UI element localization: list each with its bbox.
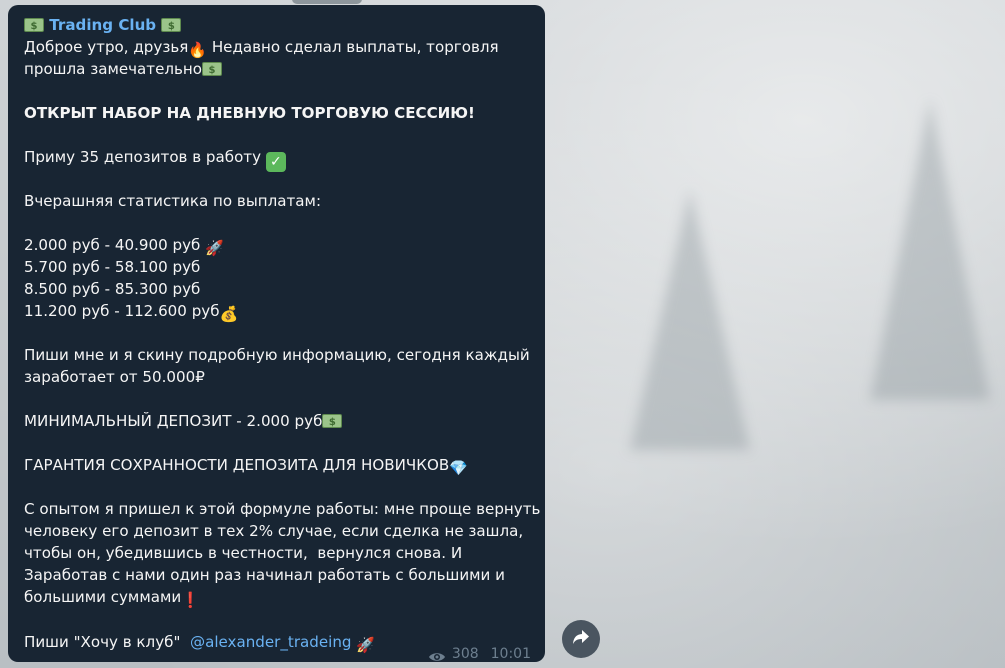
scroll-handle[interactable]: [292, 0, 362, 4]
banknote-icon: [202, 60, 223, 82]
headline: ОТКРЫТ НАБОР НА ДНЕВНУЮ ТОРГОВУЮ СЕССИЮ!: [24, 104, 475, 122]
stats-row: 2.000 руб - 40.900 руб 🚀: [24, 234, 529, 256]
guarantee-text: ГАРАНТИЯ СОХРАННОСТИ ДЕПОЗИТА ДЛЯ НОВИЧК…: [24, 456, 450, 474]
username-link[interactable]: @alexander_tradeing: [190, 633, 352, 651]
para-line: Заработав с нами один раз начинал работа…: [24, 566, 505, 584]
para-line: С опытом я пришел к этой формуле работы:…: [24, 500, 541, 518]
channel-header[interactable]: Trading Club: [24, 14, 529, 38]
rocket-icon: 🚀: [356, 636, 375, 654]
banknote-icon: [161, 16, 182, 38]
text-line: Приму 35 депозитов в работу ✓: [24, 146, 529, 172]
background-tree: [870, 100, 990, 400]
money-bag-icon: 💰: [219, 305, 239, 323]
text-line: Доброе утро, друзья🔥 Недавно сделал выпл…: [24, 36, 529, 58]
banknote-icon: [322, 412, 343, 434]
stats-row: 5.700 руб - 58.100 руб: [24, 258, 201, 276]
para-text: большими суммами: [24, 588, 182, 606]
stats-row: 8.500 руб - 85.300 руб: [24, 280, 201, 298]
check-mark-icon: ✓: [265, 152, 286, 172]
para-line: человеку его депозит в тех 2% случае, ес…: [24, 522, 524, 540]
stats-value: 2.000 руб - 40.900 руб: [24, 236, 206, 254]
para-line: большими суммами❗: [24, 586, 529, 608]
background-tree: [630, 190, 750, 450]
red-exclamation-icon: ❗: [181, 591, 200, 609]
cta-line: Пиши "Хочу в клуб" @alexander_tradeing 🚀: [24, 631, 375, 653]
rocket-icon: 🚀: [205, 239, 224, 257]
text-line: ГАРАНТИЯ СОХРАННОСТИ ДЕПОЗИТА ДЛЯ НОВИЧК…: [24, 454, 529, 476]
text-line: прошла замечательно: [24, 58, 529, 82]
share-arrow-icon: [572, 629, 590, 649]
greeting-text: Доброе утро, друзья: [24, 38, 189, 56]
share-button[interactable]: [562, 620, 600, 658]
views-count: 308: [451, 646, 479, 662]
stats-value: 11.200 руб - 112.600 руб: [24, 302, 220, 320]
banknote-icon: [24, 16, 44, 38]
deposits-text: Приму 35 депозитов в работу: [24, 148, 266, 166]
message-bubble: Trading Club Доброе утро, друзья🔥 Недавн…: [8, 5, 545, 662]
para-line: чтобы он, убедившись в честности, вернул…: [24, 544, 463, 562]
channel-name[interactable]: Trading Club: [49, 16, 156, 34]
info-line: Пиши мне и я скину подробную информацию,…: [24, 346, 530, 364]
fire-icon: 🔥: [188, 41, 208, 59]
message-meta: 308 10:01: [428, 643, 531, 665]
cta-text: Пиши "Хочу в клуб": [24, 633, 190, 651]
stats-row: 11.200 руб - 112.600 руб💰: [24, 300, 529, 322]
min-deposit-text: МИНИМАЛЬНЫЙ ДЕПОЗИТ - 2.000 руб: [24, 412, 323, 430]
greeting-text-end: прошла замечательно: [24, 60, 203, 78]
eye-icon: [428, 648, 446, 661]
greeting-text-cont: Недавно сделал выплаты, торговля: [207, 38, 499, 56]
info-line: заработает от 50.000₽: [24, 368, 205, 386]
text-line: МИНИМАЛЬНЫЙ ДЕПОЗИТ - 2.000 руб: [24, 410, 529, 434]
diamond-icon: 💎: [449, 459, 468, 477]
message-time: 10:01: [490, 646, 531, 662]
stats-title: Вчерашняя статистика по выплатам:: [24, 192, 322, 210]
